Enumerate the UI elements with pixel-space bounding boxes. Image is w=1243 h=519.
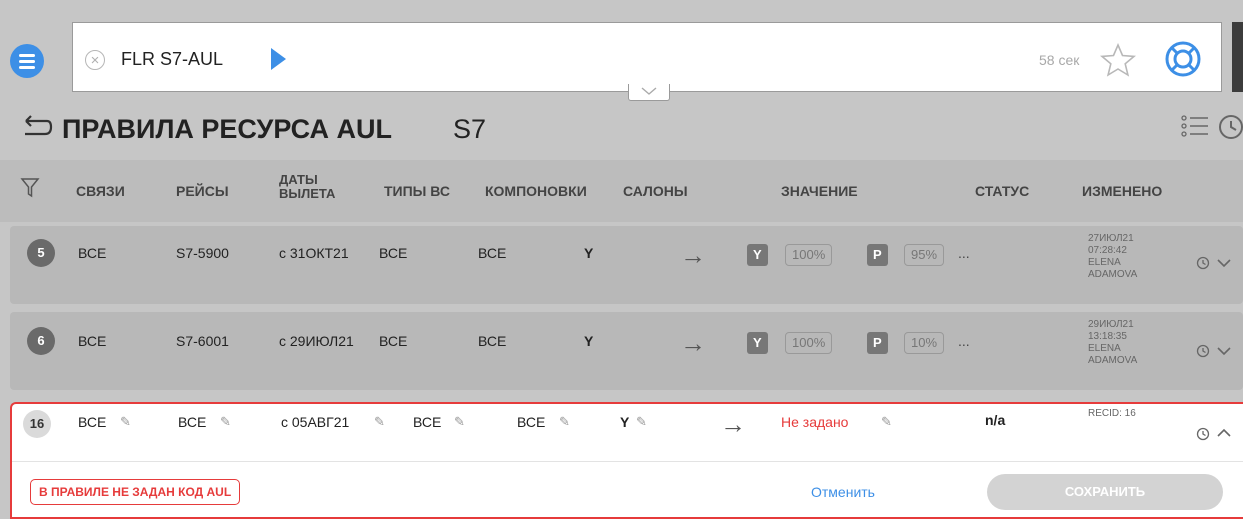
cabin-tag: Y	[747, 244, 768, 266]
pencil-icon[interactable]: ✎	[636, 414, 647, 430]
changed-user-first: ELENA	[1088, 343, 1121, 354]
cell-links: ВСЕ	[78, 245, 107, 261]
cell-flights: S7-6001	[176, 333, 229, 349]
table-row[interactable]	[10, 312, 1243, 390]
changed-date: 29ИЮЛ21	[1088, 319, 1134, 330]
pencil-icon[interactable]: ✎	[120, 414, 131, 430]
star-icon[interactable]	[1100, 43, 1136, 77]
divider	[12, 461, 1243, 462]
cabin-percent: 95%	[904, 244, 945, 266]
edit-dates-field[interactable]: с 05АВГ21	[281, 414, 349, 430]
row-number: 6	[27, 327, 55, 355]
col-status[interactable]: СТАТУС	[975, 183, 1029, 199]
pencil-icon[interactable]: ✎	[374, 414, 385, 430]
table-row[interactable]	[10, 226, 1243, 304]
col-dates-line1: ДАТЫ	[279, 172, 318, 187]
cell-dates: с 31ОКТ21	[279, 245, 349, 261]
cabin-tag: Y	[747, 332, 768, 354]
edit-configs-field[interactable]: ВСЕ	[517, 414, 545, 430]
edit-status: n/a	[985, 412, 1006, 428]
page-title: ПРАВИЛА РЕСУРСА AUL	[62, 114, 392, 144]
cell-aircraft: ВСЕ	[379, 245, 408, 261]
row-number: 16	[23, 410, 51, 438]
changed-info: 27ИЮЛ21 07:28:42 ELENA ADAMOVA	[1088, 233, 1137, 281]
edit-flights-field[interactable]: ВСЕ	[178, 414, 206, 430]
col-changed[interactable]: ИЗМЕНЕНО	[1082, 183, 1162, 199]
cell-aircraft: ВСЕ	[379, 333, 408, 349]
col-flights[interactable]: РЕЙСЫ	[176, 183, 229, 199]
changed-user-last: ADAMOVA	[1088, 355, 1138, 366]
record-id: RECID: 16	[1088, 408, 1136, 419]
history-icon[interactable]	[1216, 113, 1243, 141]
cell-configs: ВСЕ	[478, 333, 507, 349]
page-subtitle: S7	[453, 114, 487, 144]
pencil-icon[interactable]: ✎	[881, 414, 892, 430]
col-dates[interactable]: ДАТЫ ВЫЛЕТА	[279, 173, 335, 201]
validation-error: В ПРАВИЛЕ НЕ ЗАДАН КОД AUL	[30, 479, 241, 505]
edit-cabins-field[interactable]: Y	[620, 414, 629, 430]
cell-configs: ВСЕ	[478, 245, 507, 261]
cancel-button[interactable]: Отменить	[811, 484, 875, 500]
col-dates-line2: ВЫЛЕТА	[279, 186, 336, 201]
pencil-icon[interactable]: ✎	[559, 414, 570, 430]
col-aircraft[interactable]: ТИПЫ ВС	[384, 183, 450, 199]
edit-value-field[interactable]: Не задано	[781, 414, 848, 430]
changed-info: 29ИЮЛ21 13:18:35 ELENA ADAMOVA	[1088, 319, 1137, 367]
chevron-up-icon[interactable]	[1217, 428, 1231, 437]
col-cabins[interactable]: САЛОНЫ	[623, 183, 688, 199]
cabin-percent: 100%	[785, 244, 833, 266]
edit-links-field[interactable]: ВСЕ	[78, 414, 106, 430]
pencil-icon[interactable]: ✎	[454, 414, 465, 430]
filter-icon[interactable]	[20, 177, 40, 199]
cell-cabins: Y	[584, 245, 594, 261]
changed-user-last: ADAMOVA	[1088, 269, 1138, 280]
history-icon[interactable]	[1196, 427, 1210, 441]
collapse-toggle[interactable]	[628, 84, 670, 101]
col-configs[interactable]: КОМПОНОВКИ	[485, 183, 587, 199]
cabin-percent: 100%	[785, 332, 833, 354]
cabin-tag: P	[867, 244, 888, 266]
save-button[interactable]: СОХРАНИТЬ	[987, 474, 1223, 510]
cell-cabins: Y	[584, 333, 594, 349]
chevron-down-icon[interactable]	[1217, 259, 1231, 268]
side-panel-edge	[1232, 22, 1243, 92]
more-values: ...	[958, 333, 970, 349]
menu-icon[interactable]	[10, 44, 44, 78]
changed-date: 27ИЮЛ21	[1088, 233, 1134, 244]
pencil-icon[interactable]: ✎	[220, 414, 231, 430]
edit-aircraft-field[interactable]: ВСЕ	[413, 414, 441, 430]
run-search-icon[interactable]	[271, 48, 286, 70]
chevron-down-icon	[641, 87, 657, 95]
arrow-right-icon: →	[680, 240, 706, 270]
more-values: ...	[958, 245, 970, 261]
search-query[interactable]: FLR S7-AUL	[121, 49, 223, 70]
search-bar[interactable]: × FLR S7-AUL 58 сек	[72, 22, 1222, 92]
history-icon[interactable]	[1196, 344, 1210, 358]
back-icon[interactable]	[17, 112, 53, 142]
chevron-down-icon[interactable]	[1217, 347, 1231, 356]
row-number: 5	[27, 239, 55, 267]
cabin-tag: P	[867, 332, 888, 354]
cell-flights: S7-5900	[176, 245, 229, 261]
cell-dates: с 29ИЮЛ21	[279, 333, 354, 349]
history-icon[interactable]	[1196, 256, 1210, 270]
search-timer: 58 сек	[1039, 52, 1080, 68]
arrow-right-icon: →	[720, 409, 746, 439]
changed-user-first: ELENA	[1088, 257, 1121, 268]
cabin-percent: 10%	[904, 332, 945, 354]
list-view-icon[interactable]	[1180, 112, 1210, 142]
col-value[interactable]: ЗНАЧЕНИЕ	[781, 183, 858, 199]
col-links[interactable]: СВЯЗИ	[76, 183, 125, 199]
changed-time: 07:28:42	[1088, 245, 1127, 256]
lifebuoy-icon[interactable]	[1163, 39, 1203, 79]
changed-time: 13:18:35	[1088, 331, 1127, 342]
clear-search-icon[interactable]: ×	[85, 50, 105, 70]
cell-links: ВСЕ	[78, 333, 107, 349]
arrow-right-icon: →	[680, 328, 706, 358]
